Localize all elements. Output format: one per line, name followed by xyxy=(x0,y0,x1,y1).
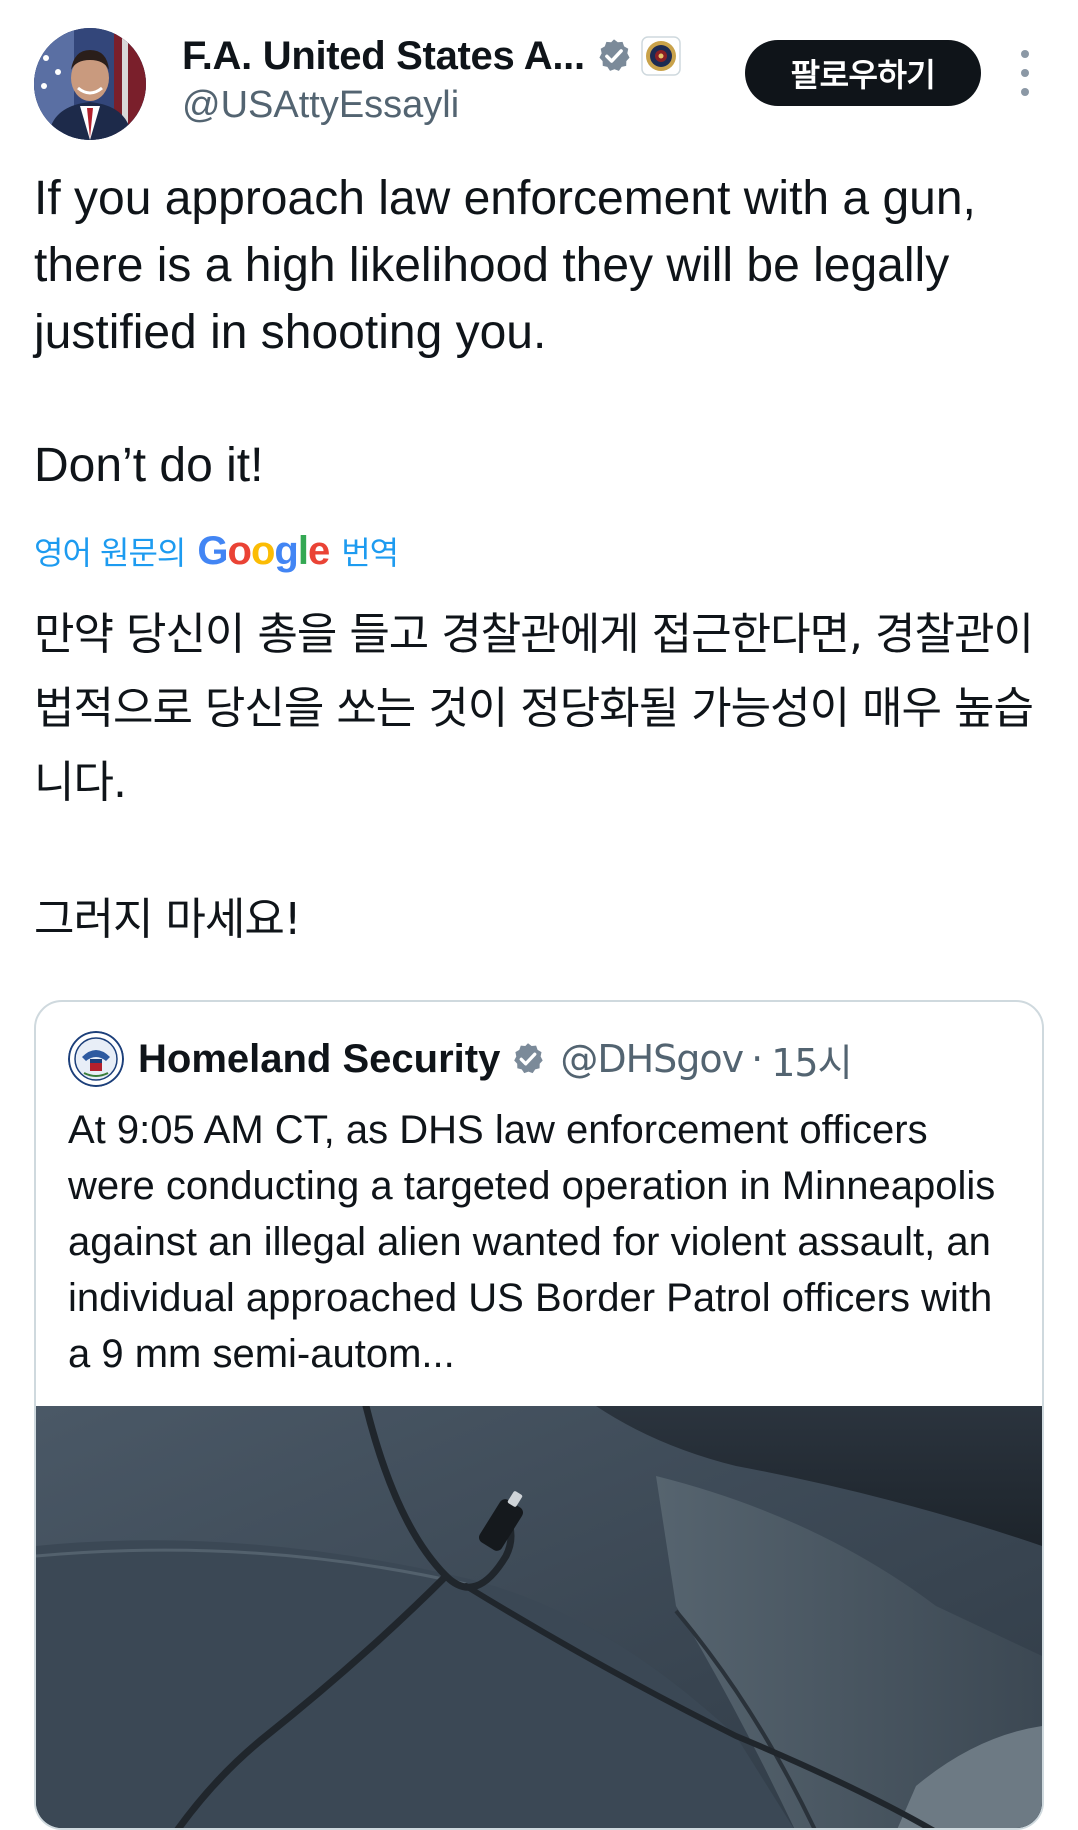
more-dot xyxy=(1021,50,1029,58)
google-logo: Google xyxy=(197,528,330,573)
quoted-separator: · xyxy=(751,1037,764,1081)
author-display-name[interactable]: F.A. United States A... xyxy=(182,34,585,79)
author-handle[interactable]: @USAttyEssayli xyxy=(182,82,459,128)
doj-seal-icon[interactable] xyxy=(641,36,681,76)
follow-button[interactable]: 팔로우하기 xyxy=(745,40,981,106)
quoted-tweet-card[interactable]: Homeland Security @DHSgov · 15시 At 9:05 … xyxy=(34,1000,1044,1830)
more-dot xyxy=(1021,88,1029,96)
photo-car-seat-with-cable xyxy=(36,1406,1042,1828)
quoted-tweet-text: At 9:05 AM CT, as DHS law enforcement of… xyxy=(68,1108,996,1376)
tweet-text-paragraph-2: Don’t do it! xyxy=(34,439,264,492)
verified-badge-icon[interactable] xyxy=(595,37,633,75)
translation-attribution[interactable]: 영어 원문의 Google 번역 xyxy=(34,525,399,577)
translated-text-paragraph-1: 만약 당신이 총을 들고 경찰관에게 접근한다면, 경찰관이 법적으로 당신을 … xyxy=(34,609,1034,808)
quoted-author-handle[interactable]: @DHSgov xyxy=(560,1037,744,1081)
more-vertical-icon[interactable] xyxy=(1010,50,1040,96)
dhs-seal-icon[interactable] xyxy=(68,1031,124,1087)
quoted-author-name[interactable]: Homeland Security xyxy=(138,1037,500,1082)
quoted-tweet-photo[interactable] xyxy=(36,1406,1042,1828)
quoted-timestamp[interactable]: 15시 xyxy=(771,1032,852,1087)
quoted-tweet-header: Homeland Security @DHSgov · 15시 xyxy=(68,1030,853,1088)
more-dot xyxy=(1021,69,1029,77)
author-avatar[interactable] xyxy=(34,28,146,140)
person-avatar-icon xyxy=(34,28,146,140)
translation-prefix: 영어 원문의 xyxy=(34,534,186,572)
verified-badge-icon[interactable] xyxy=(510,1041,546,1077)
tweet-text-paragraph-1: If you approach law enforcement with a g… xyxy=(34,172,976,359)
author-name-row: F.A. United States A... xyxy=(182,30,681,82)
translation-suffix: 번역 xyxy=(341,534,399,572)
translated-text-paragraph-2: 그러지 마세요! xyxy=(34,894,302,945)
